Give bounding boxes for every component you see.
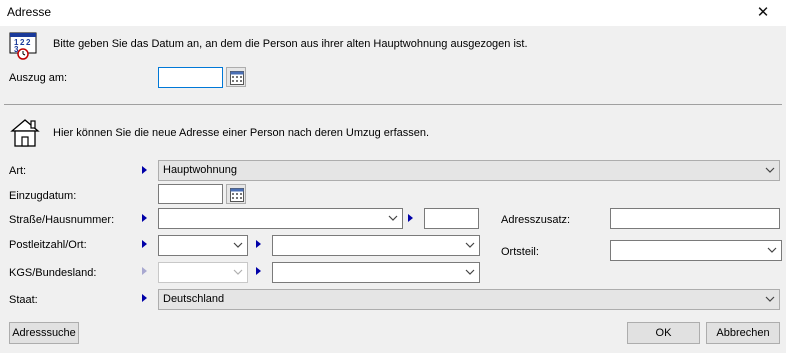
chevron-down-icon — [765, 296, 775, 302]
address-info-text: Hier können Sie die neue Adresse einer P… — [53, 127, 430, 139]
ortsteil-select[interactable] — [610, 240, 782, 261]
street-select[interactable] — [158, 208, 403, 229]
strasse-label: Straße/Hausnummer: — [9, 214, 115, 226]
moveout-calendar-button[interactable] — [226, 67, 246, 87]
svg-text:2: 2 — [20, 38, 25, 47]
required-arrow-icon — [142, 267, 147, 275]
house-number-input[interactable] — [424, 208, 479, 229]
art-select[interactable]: Hauptwohnung — [158, 160, 780, 181]
bundesland-select[interactable] — [272, 262, 480, 283]
chevron-down-icon — [765, 167, 775, 173]
staat-label: Staat: — [9, 294, 38, 306]
required-arrow-icon — [142, 294, 147, 302]
required-arrow-icon — [256, 240, 261, 248]
calendar-icon — [230, 188, 244, 202]
required-arrow-icon — [408, 214, 413, 222]
einzug-calendar-button[interactable] — [226, 184, 246, 204]
adresszusatz-label: Adresszusatz: — [501, 214, 571, 226]
kgs-label: KGS/Bundesland: — [9, 267, 97, 279]
close-icon: ✕ — [756, 4, 770, 21]
required-arrow-icon — [142, 166, 147, 174]
einzug-date-input[interactable] — [158, 184, 223, 204]
calendar-icon — [230, 71, 244, 85]
chevron-down-icon — [233, 269, 243, 275]
close-button[interactable]: ✕ — [740, 0, 786, 26]
moveout-date-input[interactable] — [158, 67, 223, 88]
moveout-date-label: Auszug am: — [9, 72, 68, 84]
window-title: Adresse — [7, 5, 52, 19]
svg-text:2: 2 — [26, 38, 31, 47]
kgs-select — [158, 262, 248, 283]
cancel-button[interactable]: Abbrechen — [706, 322, 780, 344]
moveout-info-text: Bitte geben Sie das Datum an, an dem die… — [53, 38, 528, 50]
chevron-down-icon — [465, 242, 475, 248]
address-search-button[interactable]: Adresssuche — [9, 322, 79, 344]
adresszusatz-input[interactable] — [610, 208, 780, 229]
einzug-label: Einzugdatum: — [9, 190, 77, 202]
required-arrow-icon — [142, 214, 147, 222]
section-divider — [4, 104, 782, 105]
house-icon — [9, 116, 41, 148]
plz-label: Postleitzahl/Ort: — [9, 239, 87, 251]
calendar-clock-icon: 1 2 2 3 — [9, 30, 39, 60]
chevron-down-icon — [388, 215, 398, 221]
art-label: Art: — [9, 165, 27, 177]
title-bar: Adresse ✕ — [0, 0, 786, 26]
chevron-down-icon — [767, 247, 777, 253]
plz-select[interactable] — [158, 235, 248, 256]
ortsteil-label: Ortsteil: — [501, 246, 539, 258]
chevron-down-icon — [233, 242, 243, 248]
required-arrow-icon — [256, 267, 261, 275]
ort-select[interactable] — [272, 235, 480, 256]
ok-button[interactable]: OK — [627, 322, 700, 344]
staat-select[interactable]: Deutschland — [158, 289, 780, 310]
chevron-down-icon — [465, 269, 475, 275]
required-arrow-icon — [142, 240, 147, 248]
